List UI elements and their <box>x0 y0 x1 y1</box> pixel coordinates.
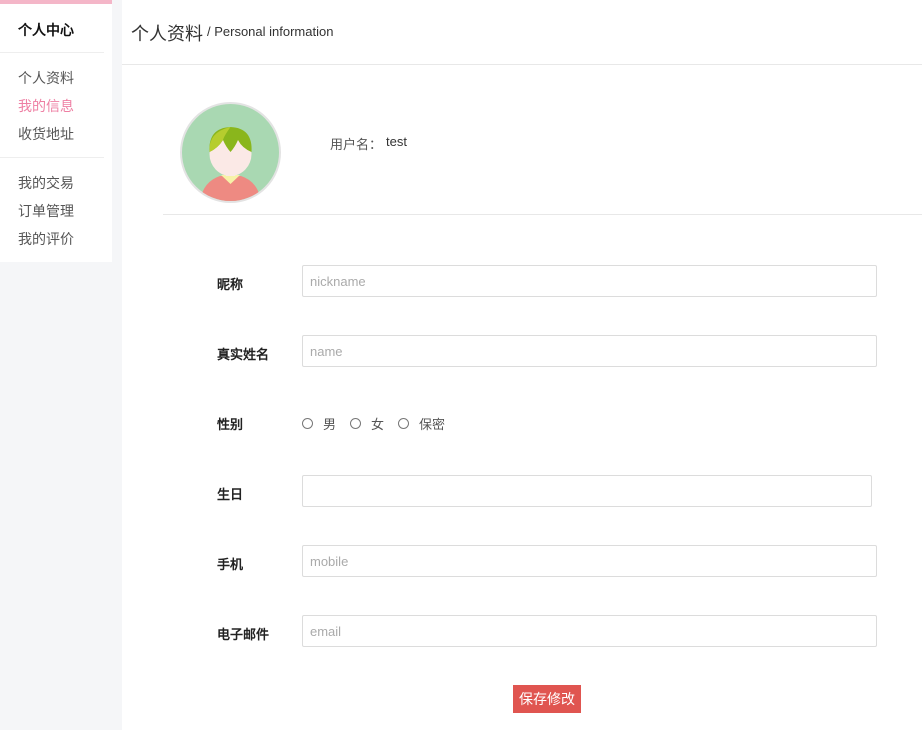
radio-button[interactable] <box>302 417 313 429</box>
email-label: 电子邮件 <box>217 628 270 643</box>
page-subtitle: / Personal information <box>207 24 334 39</box>
nickname-label: 昵称 <box>217 278 244 293</box>
avatar[interactable] <box>180 102 281 203</box>
gender-option-label: 女 <box>371 417 385 433</box>
sidebar-item-shipping-address[interactable]: 收货地址 <box>18 124 74 144</box>
sidebar-item-my-info[interactable]: 我的信息 <box>18 96 74 116</box>
gender-option-female[interactable]: 女 <box>350 414 384 433</box>
birthday-input[interactable] <box>302 475 872 507</box>
gender-label: 性别 <box>217 418 244 433</box>
birthday-label: 生日 <box>217 488 244 503</box>
username-value: test <box>386 134 407 149</box>
save-button[interactable]: 保存修改 <box>513 685 581 713</box>
radio-button[interactable] <box>398 417 410 429</box>
sidebar: 个人中心 个人资料 我的信息 收货地址 我的交易 订单管理 我的评价 <box>0 0 112 262</box>
sidebar-title: 个人中心 <box>18 23 74 39</box>
mobile-input[interactable] <box>302 545 877 577</box>
sidebar-item-order-management[interactable]: 订单管理 <box>18 201 74 221</box>
realname-input[interactable] <box>302 335 877 367</box>
sidebar-item-my-reviews[interactable]: 我的评价 <box>18 229 74 249</box>
gender-option-male[interactable]: 男 <box>302 414 336 433</box>
gender-option-label: 男 <box>323 417 337 433</box>
sidebar-item-my-transactions[interactable]: 我的交易 <box>18 173 74 193</box>
email-input[interactable] <box>302 615 877 647</box>
gender-option-label: 保密 <box>419 417 446 433</box>
nickname-input[interactable] <box>302 265 877 297</box>
page-title: 个人资料 <box>131 24 203 45</box>
mobile-label: 手机 <box>217 558 244 573</box>
sidebar-divider <box>0 52 104 53</box>
gender-option-secret[interactable]: 保密 <box>398 414 445 433</box>
page-header: 个人资料 / Personal information <box>122 0 922 65</box>
avatar-illustration <box>180 102 281 203</box>
sidebar-item-personal-profile[interactable]: 个人资料 <box>18 68 74 88</box>
username-label: 用户名： <box>330 138 383 153</box>
realname-label: 真实姓名 <box>217 348 270 363</box>
radio-button[interactable] <box>350 417 362 429</box>
sidebar-divider <box>0 157 104 158</box>
gender-radio-group: 男 女 保密 <box>302 412 459 434</box>
profile-divider <box>163 214 922 215</box>
